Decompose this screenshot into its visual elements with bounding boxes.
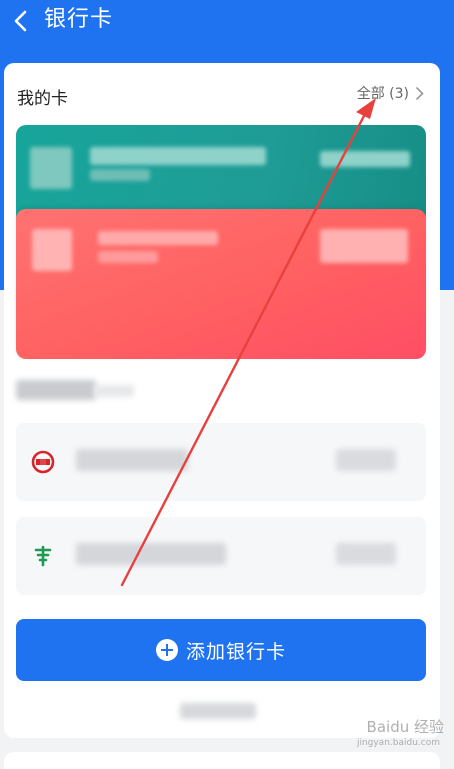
view-all-cards-link[interactable]: 全部 (3) <box>357 83 424 103</box>
bank-number-blurred <box>336 543 396 565</box>
next-panel-edge <box>4 752 440 769</box>
card-type-blurred <box>98 251 158 263</box>
add-bank-card-button[interactable]: 添加银行卡 <box>16 619 426 681</box>
add-bank-card-label: 添加银行卡 <box>185 640 286 663</box>
card-name-blurred <box>98 231 218 245</box>
nav-bar: 银行卡 <box>0 0 454 46</box>
page-title: 银行卡 <box>44 7 114 32</box>
my-cards-panel: 我的卡 全部 (3) 添加银行卡 <box>4 63 440 738</box>
back-button[interactable] <box>8 6 34 36</box>
watermark-logo: Baidu 经验 <box>366 718 444 736</box>
plus-circle-icon <box>155 639 178 661</box>
card-logo-blurred <box>30 147 72 189</box>
watermark-url: jingyan.baidu.com <box>356 738 440 748</box>
my-cards-title: 我的卡 <box>17 89 68 109</box>
other-cards-heading-blurred-tail <box>94 385 134 397</box>
bank-row-1[interactable] <box>16 423 426 501</box>
footer-link-blurred <box>180 703 256 719</box>
card-type-blurred <box>90 169 150 181</box>
chevron-right-icon <box>415 86 424 100</box>
bank-number-blurred <box>336 449 396 471</box>
other-cards-heading-blurred <box>16 380 96 400</box>
bank-card-red[interactable] <box>16 209 426 359</box>
bank-logo-icon <box>34 545 52 567</box>
bank-name-blurred <box>76 449 188 471</box>
card-name-blurred <box>90 147 266 165</box>
chevron-left-icon <box>14 10 27 32</box>
card-number-blurred <box>320 151 410 167</box>
bank-logo-icon <box>31 450 55 474</box>
bank-name-blurred <box>76 543 226 565</box>
card-number-blurred <box>320 229 408 263</box>
view-all-cards-label: 全部 (3) <box>356 86 409 102</box>
bank-row-2[interactable] <box>16 517 426 595</box>
card-logo-blurred <box>32 229 72 271</box>
